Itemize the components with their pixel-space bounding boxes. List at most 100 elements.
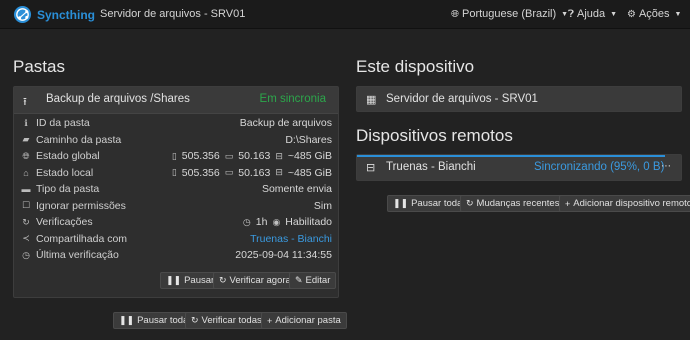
global-state-row: 🌐︎ Estado global ▯ 505.356 ▭ 50.163 ⊟ ~485 G… xyxy=(14,148,338,165)
folder-type-value: Somente envia xyxy=(261,183,332,196)
last-scan-label: Última verificação xyxy=(36,249,119,262)
shared-device-link[interactable]: Truenas - Bianchi xyxy=(250,233,332,245)
global-size: ~485 GiB xyxy=(287,150,332,163)
hdd-icon: ⊟ xyxy=(275,150,283,161)
remote-device-status: Sincronizando (95%, 0 B) xyxy=(534,161,665,173)
help-menu[interactable]: ❓︎ Ajuda ▼ xyxy=(568,8,617,20)
eye-icon: ◉ xyxy=(272,216,281,227)
folder-type-row: ▬ Tipo da pasta Somente envia xyxy=(14,181,338,198)
edit-folder-label: Editar xyxy=(305,275,331,286)
rescan-interval: 1h xyxy=(255,216,268,229)
pause-folder-label: Pausar xyxy=(184,275,215,286)
rescan-all-label: Verificar todas xyxy=(201,315,262,326)
actions-menu[interactable]: ⚙︎ Ações ▼ xyxy=(627,8,681,20)
share-icon: ≺ xyxy=(22,233,30,244)
hdd-icon: ⊟ xyxy=(275,167,283,178)
global-files: 505.356 xyxy=(181,150,220,163)
syncthing-logo-icon xyxy=(13,5,32,24)
server-icon: ⊟ xyxy=(366,162,376,174)
file-icon: ▯ xyxy=(171,150,177,161)
add-remote-device-button[interactable]: + Adicionar dispositivo remoto xyxy=(559,195,690,212)
ignore-perms-label: Ignorar permissões xyxy=(36,199,126,212)
refresh-icon: ↻ xyxy=(466,198,474,208)
folder-path-value: D:\Shares xyxy=(285,133,332,146)
this-device-heading: Este dispositivo xyxy=(356,57,475,76)
local-files: 505.356 xyxy=(181,166,220,179)
folder-id-row: ℹ ID da pasta Backup de arquivos xyxy=(14,115,338,132)
local-dirs: 50.163 xyxy=(238,166,271,179)
caret-down-icon: ▼ xyxy=(610,10,618,18)
folder-icon: ▭ xyxy=(224,150,234,161)
question-icon: ❓︎ xyxy=(568,8,575,20)
folder-panel-header[interactable]: ⭱ Backup de arquivos /Shares Em sincroni… xyxy=(14,87,338,114)
pause-icon: ❚❚ xyxy=(119,315,135,325)
ignore-perms-value: Sim xyxy=(313,199,332,212)
plus-icon: + xyxy=(565,198,571,209)
ignore-perms-row: ☐ Ignorar permissões Sim xyxy=(14,198,338,215)
shared-with-label: Compartilhada com xyxy=(36,232,128,245)
local-state-row: ⌂ Estado local ▯ 505.356 ▭ 50.163 ⊟ ~485 GiB xyxy=(14,165,338,182)
folder-path-label: Caminho da pasta xyxy=(36,133,122,146)
home-icon: ⌂ xyxy=(23,167,29,178)
help-label: Ajuda xyxy=(577,8,606,20)
clock-icon: ◷ xyxy=(22,249,30,260)
sync-progress-bar xyxy=(357,155,665,157)
folder-open-icon: ▰ xyxy=(22,134,30,145)
rescan-all-button[interactable]: ↻ Verificar todas xyxy=(185,312,268,329)
plus-icon: + xyxy=(267,315,273,326)
clock-icon: ◷ xyxy=(242,216,251,227)
brand[interactable]: Syncthing xyxy=(13,5,95,24)
device-title: Servidor de arquivos - SRV01 xyxy=(100,8,246,20)
actions-label: Ações xyxy=(638,8,670,20)
file-icon: ▯ xyxy=(171,167,177,178)
edit-folder-button[interactable]: ✎ Editar xyxy=(289,272,337,289)
language-menu[interactable]: 🌐︎ Portuguese (Brazil) ▼ xyxy=(451,8,568,20)
folder-status: Em sincronia xyxy=(259,93,326,105)
last-scan-row: ◷ Última verificação 2025-09-04 11:34:55 xyxy=(14,247,338,264)
rescan-folder-button[interactable]: ↻ Verificar agora xyxy=(213,272,297,289)
folders-heading: Pastas xyxy=(13,57,65,76)
rescan-folder-label: Verificar agora xyxy=(229,275,291,286)
remote-devices-heading: Dispositivos remotos xyxy=(356,126,513,145)
add-folder-label: Adicionar pasta xyxy=(275,315,341,326)
shared-with-row: ≺ Compartilhada com Truenas - Bianchi xyxy=(14,231,338,248)
pause-all-devices-label: Pausar todas xyxy=(411,198,468,209)
folder-id-value: Backup de arquivos xyxy=(239,117,332,130)
this-device-panel[interactable]: ▦ Servidor de arquivos - SRV01 xyxy=(356,86,682,112)
refresh-icon: ↻ xyxy=(22,216,30,227)
language-label: Portuguese (Brazil) xyxy=(462,8,557,20)
add-remote-device-label: Adicionar dispositivo remoto xyxy=(573,198,690,209)
navbar: Syncthing Servidor de arquivos - SRV01 🌐… xyxy=(0,0,690,29)
gear-icon: ⚙︎ xyxy=(627,8,636,20)
folder-name: Backup de arquivos /Shares xyxy=(46,93,190,105)
caret-down-icon: ▼ xyxy=(674,10,682,18)
global-dirs: 50.163 xyxy=(238,150,271,163)
globe-icon: 🌐︎ xyxy=(451,8,459,20)
folder-details: ℹ ID da pasta Backup de arquivos ▰ Caminho… xyxy=(14,115,338,264)
last-scan-value: 2025-09-04 11:34:55 xyxy=(235,249,332,262)
folder-id-label: ID da pasta xyxy=(36,117,90,130)
upload-icon: ⭱ xyxy=(23,96,27,108)
globe-icon: 🌐︎ xyxy=(22,150,30,161)
pause-icon: ❚❚ xyxy=(166,275,182,285)
rescans-label: Verificações xyxy=(36,216,93,229)
watcher-status: Habilitado xyxy=(285,216,332,229)
ellipsis-icon: ⋯ xyxy=(661,161,671,172)
remote-device-panel[interactable]: ⊟ Truenas - Bianchi Sincronizando (95%, … xyxy=(356,154,682,181)
pencil-icon: ✎ xyxy=(295,275,303,285)
recent-changes-label: Mudanças recentes xyxy=(476,198,560,209)
qrcode-icon: ▦ xyxy=(366,94,377,106)
folder-icon: ▬ xyxy=(21,184,31,195)
folder-panel: ⭱ Backup de arquivos /Shares Em sincroni… xyxy=(13,86,339,298)
folder-type-label: Tipo da pasta xyxy=(36,183,100,196)
checkbox-icon: ☐ xyxy=(21,200,31,211)
folder-icon: ▭ xyxy=(224,167,234,178)
folder-path-row: ▰ Caminho da pasta D:\Shares xyxy=(14,132,338,149)
brand-name: Syncthing xyxy=(37,7,96,22)
recent-changes-button[interactable]: ↻ Mudanças recentes xyxy=(460,195,566,212)
pause-folder-button[interactable]: ❚❚ Pausar xyxy=(160,272,221,289)
refresh-icon: ↻ xyxy=(191,315,199,325)
add-folder-button[interactable]: + Adicionar pasta xyxy=(261,312,347,329)
pause-icon: ❚❚ xyxy=(393,198,409,208)
global-state-label: Estado global xyxy=(36,150,100,163)
